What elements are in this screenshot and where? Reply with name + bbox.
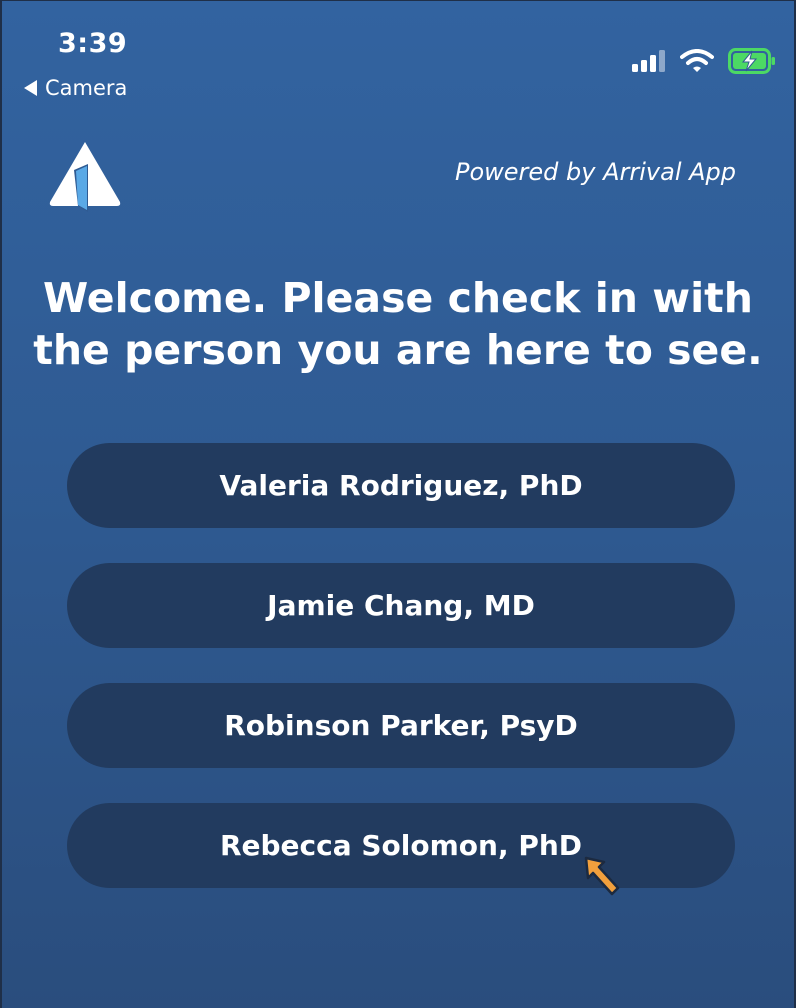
back-link-label: Camera	[45, 76, 128, 100]
pointer-arrow-icon	[584, 856, 620, 896]
wifi-icon	[680, 49, 714, 72]
provider-button-jamie-chang[interactable]: Jamie Chang, MD	[67, 563, 735, 648]
powered-by-label: Powered by Arrival App	[454, 158, 736, 186]
welcome-heading: Welcome. Please check in with the person…	[0, 272, 796, 376]
back-to-camera-link[interactable]: Camera	[24, 76, 127, 100]
welcome-heading-line-2: the person you are here to see.	[33, 326, 763, 374]
provider-list: Valeria Rodriguez, PhD Jamie Chang, MD R…	[67, 443, 735, 888]
status-icons	[632, 48, 776, 74]
back-arrow-icon	[24, 80, 37, 96]
battery-charging-icon	[728, 48, 775, 74]
status-time: 3:39	[58, 28, 128, 59]
provider-button-rebecca-solomon[interactable]: Rebecca Solomon, PhD	[67, 803, 735, 888]
provider-button-valeria-rodriguez[interactable]: Valeria Rodriguez, PhD	[67, 443, 735, 528]
welcome-heading-line-1: Welcome. Please check in with	[43, 274, 753, 322]
cellular-signal-icon	[632, 50, 665, 72]
provider-button-robinson-parker[interactable]: Robinson Parker, PsyD	[67, 683, 735, 768]
arrival-app-logo	[49, 142, 121, 212]
